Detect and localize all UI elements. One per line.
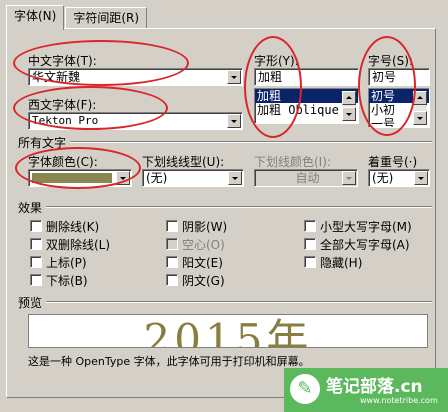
watermark-url: www.notetribe.com [360, 396, 438, 405]
hidden-label: 隐藏(H) [320, 256, 363, 270]
watermark: ✎ 笔记部落.cn www.notetribe.com [284, 368, 448, 412]
cn-font-label: 中文字体(T): [28, 54, 97, 68]
subscript-label: 下标(B) [46, 274, 88, 288]
all-caps-label: 全部大写字母(A) [320, 238, 410, 252]
size-label: 字号(S): [368, 54, 414, 68]
emboss-checkbox[interactable] [166, 256, 178, 268]
underline-style-value: (无) [146, 171, 168, 185]
west-font-combo[interactable]: Tekton Pro [28, 112, 243, 130]
small-caps-checkbox[interactable] [304, 220, 316, 232]
chevron-down-icon[interactable] [227, 70, 241, 84]
outline-label: 空心(O) [182, 238, 225, 252]
strikethrough-label: 删除线(K) [46, 220, 100, 234]
all-text-heading: 所有文字 [18, 136, 67, 150]
chevron-down-icon[interactable] [116, 171, 130, 185]
scroll-up-icon[interactable] [413, 91, 427, 105]
underline-color-value: 自动 [295, 171, 320, 185]
all-caps-checkbox[interactable] [304, 238, 316, 250]
tab-strip: 字体(N) 字符间距(R) [6, 5, 148, 30]
preview-heading: 预览 [18, 296, 43, 310]
superscript-checkbox[interactable] [30, 256, 42, 268]
divider [46, 206, 432, 208]
underline-color-label: 下划线颜色(I): [254, 155, 331, 169]
chevron-down-icon[interactable] [414, 171, 428, 185]
scrollbar[interactable] [413, 91, 427, 125]
double-strikethrough-checkbox[interactable] [30, 238, 42, 250]
outline-checkbox[interactable] [166, 238, 178, 250]
font-color-picker[interactable] [28, 169, 132, 187]
tab-font[interactable]: 字体(N) [6, 5, 65, 30]
font-color-swatch [32, 173, 112, 183]
effects-heading: 效果 [18, 201, 43, 215]
size-list[interactable]: 初号 小初 一号 [368, 88, 430, 128]
size-value: 初号 [372, 70, 397, 84]
scrollbar[interactable] [342, 91, 356, 121]
scroll-down-icon[interactable] [413, 111, 427, 125]
chevron-down-icon[interactable] [228, 171, 242, 185]
preview-note: 这是一种 OpenType 字体，此字体可用于打印机和屏幕。 [28, 355, 310, 368]
font-color-label: 字体颜色(C): [28, 155, 98, 169]
engrave-checkbox[interactable] [166, 274, 178, 286]
scroll-down-icon[interactable] [342, 107, 356, 121]
underline-color-select[interactable]: 自动 [254, 169, 358, 187]
shadow-checkbox[interactable] [166, 220, 178, 232]
subscript-checkbox[interactable] [30, 274, 42, 286]
style-list[interactable]: 加粗 加粗 Oblique [254, 88, 359, 124]
scroll-up-icon[interactable] [342, 91, 356, 105]
small-caps-label: 小型大写字母(M) [320, 220, 412, 234]
watermark-title: 笔记部落.cn [326, 377, 423, 397]
preview-box: 2015年 [28, 314, 428, 348]
underline-style-label: 下划线线型(U): [142, 155, 225, 169]
emphasis-value: (无) [372, 171, 394, 185]
pencil-icon: ✎ [290, 374, 320, 404]
double-strikethrough-label: 双删除线(L) [46, 238, 111, 252]
style-input[interactable]: 加粗 [254, 68, 359, 86]
cn-font-combo[interactable]: 华文新魏 [28, 68, 243, 86]
shadow-label: 阴影(W) [182, 220, 228, 234]
style-label: 字形(Y): [254, 54, 299, 68]
chevron-down-icon[interactable] [227, 114, 241, 128]
underline-style-select[interactable]: (无) [142, 169, 244, 187]
style-value: 加粗 [258, 70, 283, 84]
divider [46, 301, 432, 303]
tab-character-spacing[interactable]: 字符间距(R) [65, 7, 148, 29]
cn-font-value: 华文新魏 [32, 70, 81, 84]
emphasis-label: 着重号(·) [368, 155, 418, 169]
superscript-label: 上标(P) [46, 256, 87, 270]
west-font-label: 西文字体(F): [28, 98, 97, 112]
size-input[interactable]: 初号 [368, 68, 430, 86]
emphasis-select[interactable]: (无) [368, 169, 430, 187]
west-font-value: Tekton Pro [32, 114, 99, 127]
divider [70, 141, 432, 143]
strikethrough-checkbox[interactable] [30, 220, 42, 232]
engrave-label: 阴文(G) [182, 274, 225, 288]
preview-sample: 2015年 [143, 315, 313, 348]
chevron-down-icon[interactable] [342, 171, 356, 185]
hidden-checkbox[interactable] [304, 256, 316, 268]
emboss-label: 阳文(E) [182, 256, 223, 270]
